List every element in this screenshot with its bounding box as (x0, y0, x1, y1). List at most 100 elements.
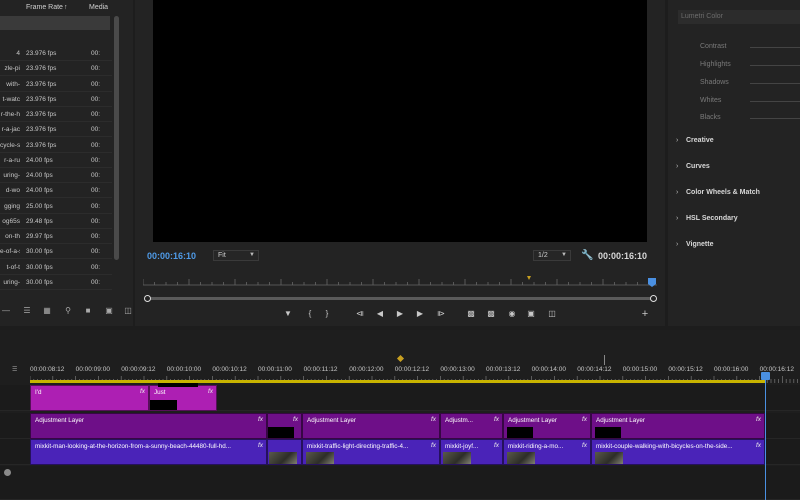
slider-contrast[interactable] (750, 47, 800, 48)
section-creative[interactable]: › Creative (676, 137, 714, 144)
section-curves[interactable]: › Curves (676, 163, 710, 170)
fx-badge: fx (257, 442, 263, 449)
list-view-icon[interactable]: — (1, 306, 11, 316)
project-item-row[interactable]: 4 23.976 fps 00: (0, 46, 112, 61)
scrub-start-knob[interactable] (144, 295, 151, 302)
delete-icon[interactable]: ◫ (123, 306, 133, 316)
go-to-in-icon[interactable]: ⧏ (354, 309, 366, 319)
extract-icon[interactable]: ▩ (485, 309, 497, 319)
fx-badge: fx (581, 442, 587, 449)
step-back-icon[interactable]: ◀ (374, 309, 386, 319)
fx-badge: fx (493, 416, 499, 423)
current-timecode[interactable]: 00:00:16:10 (147, 251, 196, 261)
adjustment-layer-clip[interactable]: Adjustment Layer fx (591, 413, 765, 439)
project-item-row[interactable]: r-the-h 23.976 fps 00: (0, 107, 112, 122)
voiceover-record-icon[interactable] (4, 469, 11, 476)
item-name: r-the-h (0, 111, 20, 118)
section-color-wheels-match[interactable]: › Color Wheels & Match (676, 189, 760, 196)
project-item-row[interactable]: cycle-s 23.976 fps 00: (0, 138, 112, 153)
playback-resolution-dropdown[interactable]: 1/2 ▼ (533, 250, 571, 261)
timecode-label: 00:00:11:12 (303, 366, 338, 373)
timecode-label: 00:00:10:00 (166, 366, 202, 373)
section-hsl-secondary[interactable]: › HSL Secondary (676, 215, 738, 222)
item-name: with- (6, 80, 20, 88)
slider-whites[interactable] (750, 101, 800, 102)
add-button-icon[interactable]: + (639, 309, 651, 320)
play-icon[interactable]: ▶ (394, 309, 406, 319)
project-item-row[interactable]: uring- 24.00 fps 00: (0, 168, 112, 183)
chevron-right-icon: › (676, 241, 679, 248)
item-frame-rate: 23.976 fps (26, 126, 57, 134)
freeform-view-icon[interactable]: ▦ (42, 306, 52, 316)
clip-label: I'd (35, 389, 42, 396)
resolution-value: 1/2 (538, 252, 548, 259)
mark-out-icon[interactable]: } (321, 309, 333, 319)
item-frame-rate: 24.00 fps (26, 172, 53, 179)
item-name: uring- (3, 278, 20, 286)
playhead-handle[interactable] (761, 372, 770, 380)
project-item-row[interactable]: e-of-a-s 30.00 fps 00: (0, 244, 112, 260)
new-bin-icon[interactable]: ■ (83, 306, 93, 316)
scrub-bar[interactable] (147, 297, 653, 300)
project-item-row[interactable]: d-wo 24.00 fps 00: (0, 183, 112, 199)
project-item-row[interactable]: r-a-jac 23.976 fps 00: (0, 122, 112, 138)
wrench-icon[interactable]: 🔧 (581, 250, 593, 261)
program-mini-ruler[interactable] (143, 276, 657, 288)
item-name: gging (4, 202, 20, 210)
item-frame-rate: 29.48 fps (26, 217, 53, 225)
program-video-frame[interactable] (153, 0, 647, 242)
video-clip[interactable]: mixkit-joyf... fx (440, 439, 503, 465)
mark-in-icon[interactable]: { (304, 309, 316, 319)
item-name: uring- (3, 172, 20, 179)
project-item-row[interactable]: og65s 29.48 fps 00: (0, 214, 112, 229)
project-scrollbar[interactable] (114, 16, 119, 260)
list-view-icon[interactable]: ☰ (22, 306, 32, 316)
lift-icon[interactable]: ▩ (465, 309, 477, 319)
playhead-marker[interactable] (648, 278, 656, 287)
export-frame-icon[interactable]: ◉ (506, 309, 518, 319)
go-to-out-icon[interactable]: ⧐ (435, 309, 447, 319)
project-item-row[interactable]: uring- 30.00 fps 00: (0, 275, 112, 290)
zoom-level-dropdown[interactable]: Fit ▼ (213, 250, 259, 261)
project-item-row[interactable]: gging 25.00 fps 00: (0, 199, 112, 214)
linked-selection-icon[interactable]: ☰ (12, 366, 17, 373)
media-header[interactable]: Media (89, 4, 108, 11)
adjustment-layer-clip[interactable]: Adjustment Layer fx (30, 413, 267, 439)
frame-rate-header[interactable]: Frame Rate (26, 4, 63, 11)
selected-project-row[interactable] (0, 16, 110, 30)
slider-label-whites: Whites (700, 97, 722, 104)
slider-shadows[interactable] (750, 83, 800, 84)
adjustment-layer-clip[interactable]: fx (267, 413, 302, 439)
section-vignette[interactable]: › Vignette (676, 241, 714, 248)
add-marker-icon[interactable]: ▼ (282, 309, 294, 319)
work-area-bar[interactable] (30, 380, 765, 383)
project-item-row[interactable]: on-th 29.97 fps 00: (0, 229, 112, 244)
adjustment-layer-clip[interactable]: Adjustm... fx (440, 413, 503, 439)
adjustment-layer-clip[interactable]: Adjustment Layer fx (503, 413, 591, 439)
scrub-end-knob[interactable] (650, 295, 657, 302)
clip-label: Adjustment Layer (508, 417, 558, 424)
video-clip[interactable]: mixkit-man-looking-at-the-horizon-from-a… (30, 439, 267, 465)
adjustment-layer-clip[interactable]: Adjustment Layer fx (302, 413, 440, 439)
section-label: Creative (686, 137, 714, 144)
timeline-playhead[interactable] (765, 372, 766, 500)
project-item-row[interactable]: with- 23.976 fps 00: (0, 77, 112, 92)
step-forward-icon[interactable]: ▶ (414, 309, 426, 319)
search-icon[interactable]: ⚲ (63, 306, 73, 316)
project-item-row[interactable]: t-watc 23.976 fps 00: (0, 92, 112, 107)
project-item-row[interactable]: r-a-ru 24.00 fps 00: (0, 153, 112, 168)
lumetri-clip-selector[interactable]: Lumetri Color (678, 10, 800, 24)
new-item-icon[interactable]: ▣ (104, 306, 114, 316)
slider-highlights[interactable] (750, 65, 800, 66)
project-item-row[interactable]: t-of-t 30.00 fps 00: (0, 260, 112, 275)
project-item-row[interactable]: zle-pi 23.976 fps 00: (0, 61, 112, 77)
video-clip[interactable]: mixkit-riding-a-mo... fx (503, 439, 591, 465)
trim-icon[interactable]: ◫ (546, 309, 558, 319)
caption-clip[interactable]: I'd fx (30, 385, 149, 411)
compare-icon[interactable]: ▣ (525, 309, 537, 319)
caption-clip[interactable]: Just fx (149, 385, 217, 411)
video-clip[interactable] (267, 439, 302, 465)
slider-blacks[interactable] (750, 118, 800, 119)
video-clip[interactable]: mixkit-couple-walking-with-bicycles-on-t… (591, 439, 765, 465)
video-clip[interactable]: mixkit-traffic-light-directing-traffic-4… (302, 439, 440, 465)
